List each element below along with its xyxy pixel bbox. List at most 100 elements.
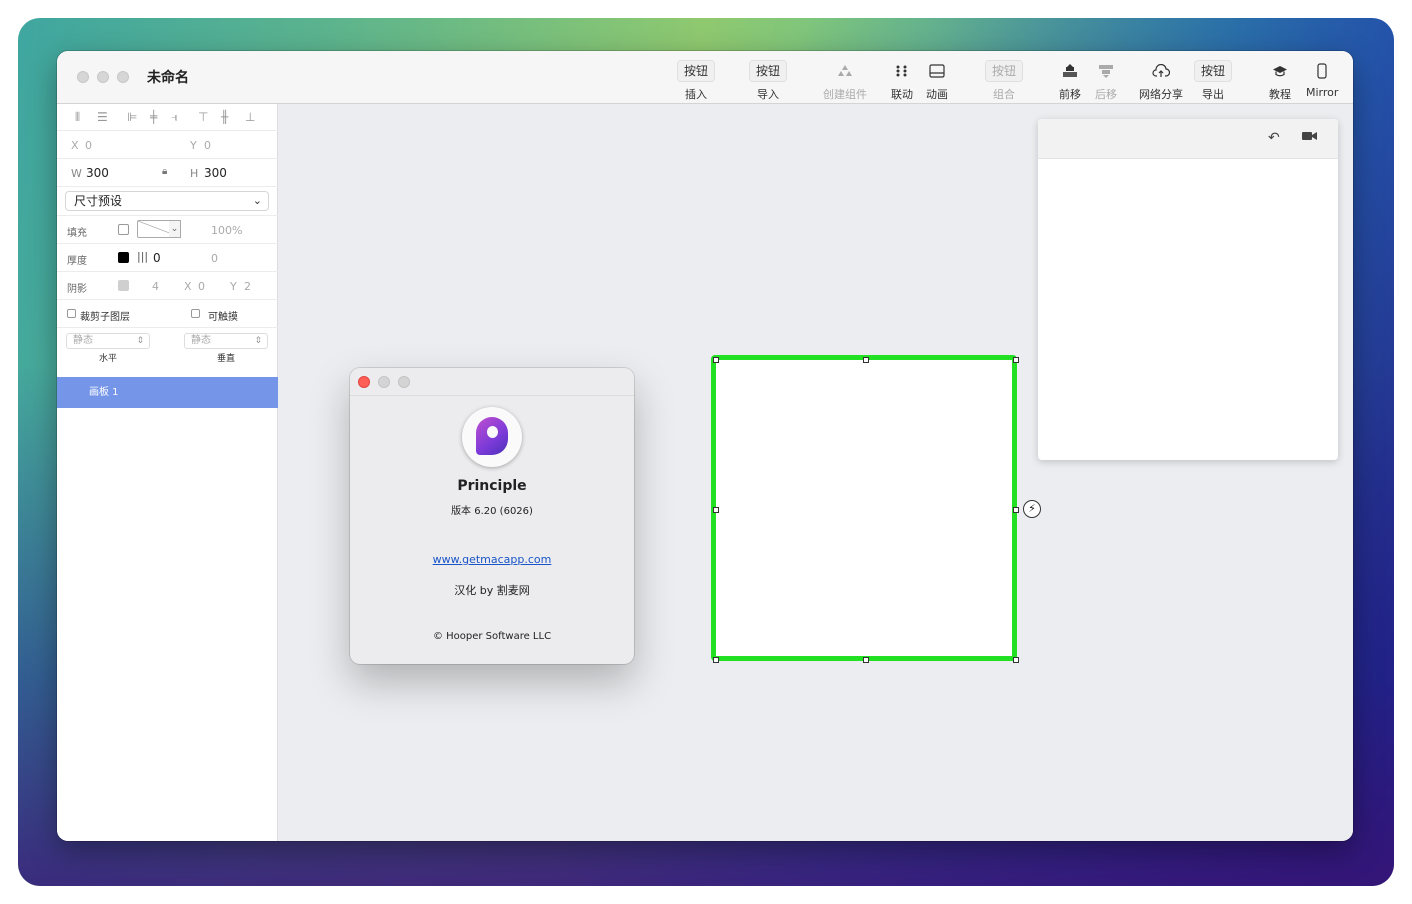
fill-opacity-field[interactable]: 100% [211,224,242,237]
border-color-well[interactable] [118,252,129,263]
h-field[interactable]: 300 [204,166,227,180]
about-close-button[interactable] [358,376,370,388]
fill-row: 填充 ⌄ 100% [57,216,278,244]
resize-handle[interactable] [863,657,869,663]
app-version: 版本 6.20 (6026) [451,506,533,517]
x-label: X [71,139,79,152]
toolbar-animate[interactable]: 动画 [926,60,948,102]
insert-label: 插入 [685,88,707,101]
toolbar-link[interactable]: 联动 [891,60,913,102]
phone-icon [1306,60,1338,82]
distribute-vertical-icon[interactable]: ☰ [97,110,108,124]
updown-chevron-icon: ⇕ [136,336,144,346]
tutorial-label: 教程 [1269,88,1291,101]
resize-handle[interactable] [1013,357,1019,363]
import-label: 导入 [757,88,779,101]
toolbar-group[interactable]: 按钮 组合 [985,60,1024,102]
distribute-horizontal-icon[interactable]: ⫴ [75,110,80,125]
principle-app-icon [462,407,522,467]
lock-icon[interactable]: 🔒︎ [162,166,167,177]
export-button[interactable]: 按钮 [1194,60,1233,82]
send-backward-icon [1095,60,1117,82]
toolbar-import[interactable]: 按钮 导入 [749,60,788,102]
shadow-color-well[interactable] [118,280,129,291]
send-backward-label: 后移 [1095,88,1117,101]
align-top-icon[interactable]: ⊤ [198,110,209,124]
share-label: 网络分享 [1139,88,1183,101]
group-button[interactable]: 按钮 [985,60,1024,82]
window-close-button[interactable] [77,71,89,83]
window-zoom-button[interactable] [117,71,129,83]
updown-chevron-icon: ⇕ [254,336,262,346]
vertical-label: 垂直 [217,354,236,364]
video-camera-icon[interactable] [1302,130,1318,146]
toolbar-export[interactable]: 按钮 导出 [1194,60,1233,102]
toolbar-send-backward[interactable]: 后移 [1095,60,1117,102]
toolbar-bring-forward[interactable]: 前移 [1059,60,1081,102]
horizontal-state-value: 静态 [73,335,93,346]
undo-icon[interactable]: ↶ [1268,130,1280,146]
resize-handle[interactable] [713,357,719,363]
about-dialog: Principle 版本 6.20 (6026) www.getmacapp.c… [350,368,634,664]
mirror-label: Mirror [1306,86,1339,99]
x-field[interactable]: 0 [85,139,92,152]
clip-sublayers-label: 裁剪子图层 [80,312,130,323]
toolbar-insert[interactable]: 按钮 插入 [677,60,716,102]
artboard[interactable] [711,355,1019,663]
insert-button[interactable]: 按钮 [677,60,716,82]
link-label: 联动 [891,88,913,101]
resize-handle[interactable] [1013,507,1019,513]
fill-checkbox[interactable] [118,224,129,235]
align-middle-icon[interactable]: ╫ [221,110,228,124]
resize-handle[interactable] [1013,657,1019,663]
clip-sublayers-checkbox[interactable] [67,309,76,318]
principle-window: 未命名 按钮 插入 按钮 导入 创建组件 联动 动画 按钮 组合 前移 后移 网… [57,51,1353,841]
graduation-cap-icon [1269,60,1291,82]
align-right-icon[interactable]: ⫣ [171,110,178,125]
align-toolbar: ⫴ ☰ ⊫ ╪ ⫣ ⊤ ╫ ⊥ [57,104,278,131]
create-component-label: 创建组件 [823,88,867,101]
align-center-icon[interactable]: ╪ [150,110,157,124]
shadow-x-label: X [184,280,192,293]
about-zoom-button [398,376,410,388]
resize-handle[interactable] [713,507,719,513]
touchable-checkbox[interactable] [191,309,200,318]
lightning-event-icon[interactable]: ⚡︎ [1023,500,1041,518]
toolbar-mirror[interactable]: Mirror [1306,60,1338,99]
border-width-field[interactable]: 0 [153,251,161,265]
inspector-sidebar: ⫴ ☰ ⊫ ╪ ⫣ ⊤ ╫ ⊥ X 0 Y 0 W 300 🔒︎ H 300 尺… [57,104,278,841]
w-field[interactable]: 300 [86,166,109,180]
layer-name: 画板 1 [89,387,119,398]
size-preset-value: 尺寸预设 [74,194,123,208]
border-extra-field[interactable]: 0 [211,252,218,265]
group-label: 组合 [993,88,1015,101]
import-button[interactable]: 按钮 [749,60,788,82]
size-preset-select[interactable]: 尺寸预设 ⌄ [65,191,269,211]
shadow-x-field[interactable]: 0 [198,280,205,293]
border-label: 厚度 [67,256,87,267]
website-link[interactable]: www.getmacapp.com [350,553,634,566]
align-left-icon[interactable]: ⊫ [127,110,138,124]
w-label: W [71,167,82,180]
h-label: H [190,167,199,180]
size-preset-row: 尺寸预设 ⌄ [57,187,278,216]
y-field[interactable]: 0 [204,139,211,152]
vertical-state-select[interactable]: 静态 ⇕ [184,333,268,349]
timeline-icon [926,60,948,82]
toolbar-share[interactable]: 网络分享 [1139,60,1183,102]
resize-handle[interactable] [713,657,719,663]
size-row: W 300 🔒︎ H 300 [57,159,278,187]
y-label: Y [190,139,197,152]
about-minimize-button [378,376,390,388]
shadow-y-field[interactable]: 2 [244,280,251,293]
horizontal-state-select[interactable]: 静态 ⇕ [66,333,150,349]
fill-dropdown-icon[interactable]: ⌄ [169,220,181,238]
toolbar-tutorial[interactable]: 教程 [1269,60,1291,102]
shadow-blur-field[interactable]: 4 [152,280,159,293]
toolbar-create-component[interactable]: 创建组件 [823,60,867,102]
align-bottom-icon[interactable]: ⊥ [245,110,256,124]
layer-item-artboard[interactable]: 画板 1 [57,377,278,408]
resize-handle[interactable] [863,357,869,363]
window-minimize-button[interactable] [97,71,109,83]
position-row: X 0 Y 0 [57,131,278,159]
